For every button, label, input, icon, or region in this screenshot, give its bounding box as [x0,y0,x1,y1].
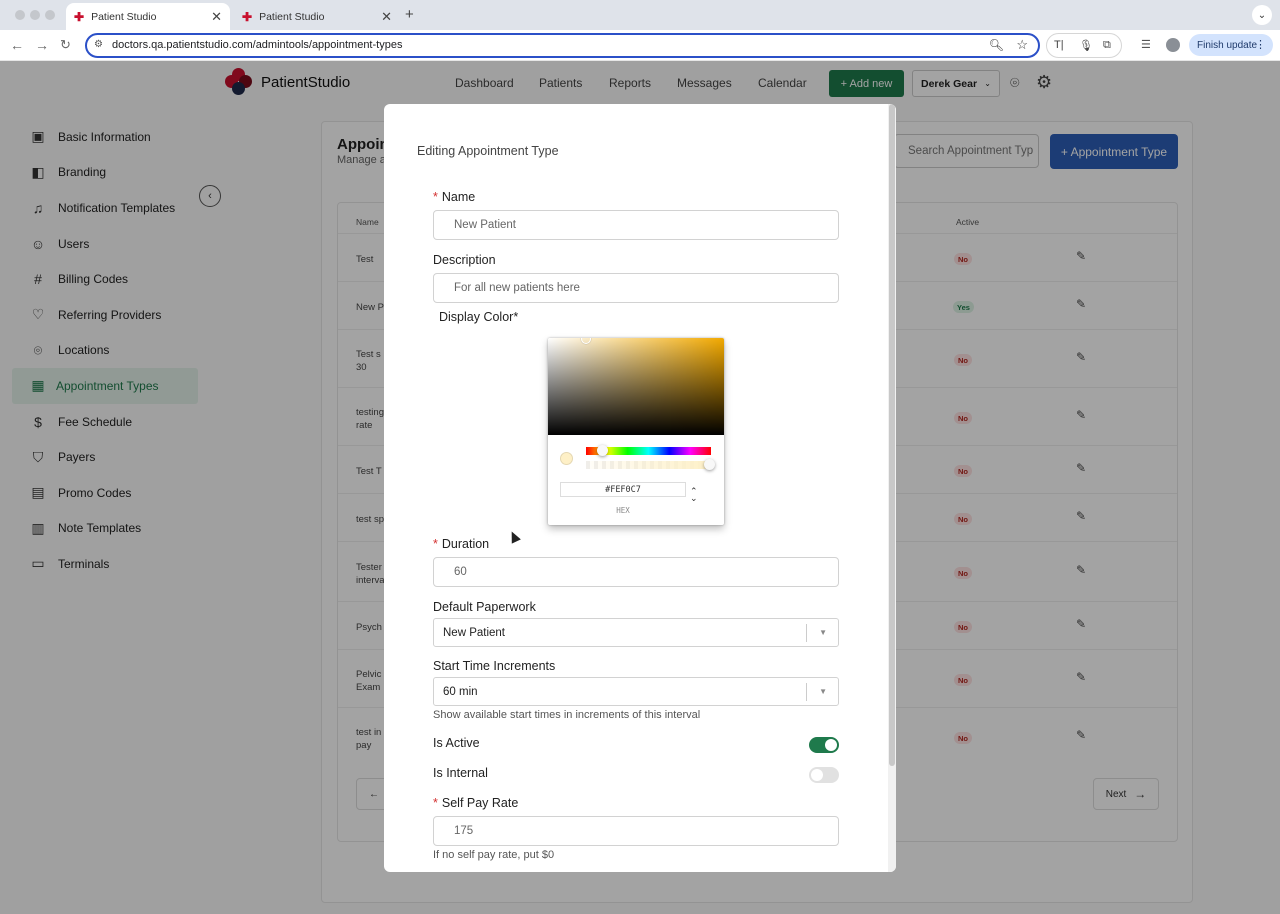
browser-tab[interactable]: ✚ Patient Studio ✕ [234,3,400,30]
scrollbar-thumb[interactable] [889,104,895,766]
self-pay-rate-label-text: Self Pay Rate [441,796,519,810]
default-paperwork-label: Default Paperwork [433,600,536,614]
close-tab-icon[interactable]: ✕ [381,9,392,25]
duration-label: * Duration [433,537,489,551]
increments-help-text: Show available start times in increments… [433,709,701,721]
name-label: * Name [433,190,475,204]
self-pay-help-text: If no self pay rate, put $0 [433,849,555,861]
alpha-slider[interactable] [586,461,711,469]
hex-input[interactable]: #FEF0C7 [560,482,686,497]
browser-toolbar: ← → ↻ ⚙ doctors.qa.patientstudio.com/adm… [0,30,1280,61]
finish-update-label: Finish update [1197,39,1258,51]
description-input[interactable]: For all new patients here [433,273,839,303]
name-label-text: Name [441,190,476,204]
start-time-increments-label: Start Time Increments [433,659,556,673]
finish-update-button[interactable]: Finish update ⋮ [1189,34,1273,56]
alpha-slider-handle[interactable] [704,459,715,470]
window-close-dot[interactable] [15,10,25,20]
more-menu-icon[interactable]: ⋮ [1255,38,1266,51]
color-format-toggle-icon[interactable]: ⌃ ⌄ [690,487,698,503]
address-bar[interactable]: ⚙ doctors.qa.patientstudio.com/admintool… [85,33,1040,58]
color-preview-swatch [560,452,573,465]
new-tab-icon[interactable]: + [405,6,414,23]
browser-tab-bar: ✚ Patient Studio ✕ ✚ Patient Studio ✕ + … [0,0,1280,30]
forward-arrow-icon[interactable]: → [35,37,49,53]
self-pay-rate-input[interactable]: 175 [433,816,839,846]
is-active-toggle[interactable] [809,737,839,753]
bookmark-star-icon[interactable]: ☆ [1016,37,1028,53]
tab-search-chevron-icon[interactable]: ⌄ [1252,5,1272,25]
modal-title: Editing Appointment Type [417,144,559,158]
zoom-icon[interactable]: 🔍︎ [989,38,1004,52]
name-input[interactable]: New Patient [433,210,839,240]
site-info-icon[interactable]: ⚙ [94,39,103,50]
select-divider [806,624,807,642]
required-asterisk: * [433,190,438,204]
profile-avatar[interactable] [1166,38,1180,52]
duration-input[interactable]: 60 [433,557,839,587]
color-picker-popover: #FEF0C7 HEX ⌃ ⌄ [548,338,724,525]
default-paperwork-value: New Patient [443,626,506,639]
text-extension-icon[interactable]: T| [1054,39,1064,51]
edit-appointment-type-modal: Editing Appointment Type * Name New Patie… [384,104,896,872]
patientstudio-favicon-icon: ✚ [74,9,85,24]
select-divider [806,683,807,701]
start-time-increments-select[interactable]: 60 min ▼ [433,677,839,706]
window-minimize-dot[interactable] [30,10,40,20]
reading-list-icon[interactable]: ☰ [1141,38,1151,51]
browser-tab-active[interactable]: ✚ Patient Studio ✕ [66,3,230,30]
is-internal-label: Is Internal [433,766,488,780]
hue-slider-handle[interactable] [597,445,608,456]
self-pay-rate-label: * Self Pay Rate [433,796,518,810]
duration-label-text: Duration [441,537,490,551]
modal-scrollbar[interactable] [888,104,896,872]
puzzle-extensions-icon[interactable]: ⧉ [1103,39,1111,52]
required-asterisk: * [433,796,438,810]
start-time-increments-value: 60 min [443,685,478,698]
patientstudio-favicon-icon: ✚ [242,9,253,24]
saturation-area[interactable] [548,338,724,435]
is-internal-toggle[interactable] [809,767,839,783]
default-paperwork-select[interactable]: New Patient ▼ [433,618,839,647]
chevron-down-icon[interactable]: ▼ [819,687,827,696]
chevron-down-icon[interactable]: ▼ [819,628,827,637]
tab-title: Patient Studio [91,10,157,23]
description-label: Description [433,253,496,267]
required-asterisk: * [433,537,438,551]
toggle-knob [825,739,837,751]
back-arrow-icon[interactable]: ← [10,37,24,53]
extensions-group: T| 🎙︎ ⧉ [1046,33,1122,58]
reload-icon[interactable]: ↻ [60,37,71,53]
window-zoom-dot[interactable] [45,10,55,20]
url-text: doctors.qa.patientstudio.com/admintools/… [112,39,403,51]
is-active-label: Is Active [433,736,480,750]
tab-title: Patient Studio [259,10,325,23]
display-color-label: Display Color* [439,310,519,324]
microphone-icon[interactable]: 🎙︎ [1079,39,1093,52]
hex-mode-label: HEX [616,506,630,515]
close-tab-icon[interactable]: ✕ [211,9,222,25]
toggle-knob [811,769,823,781]
